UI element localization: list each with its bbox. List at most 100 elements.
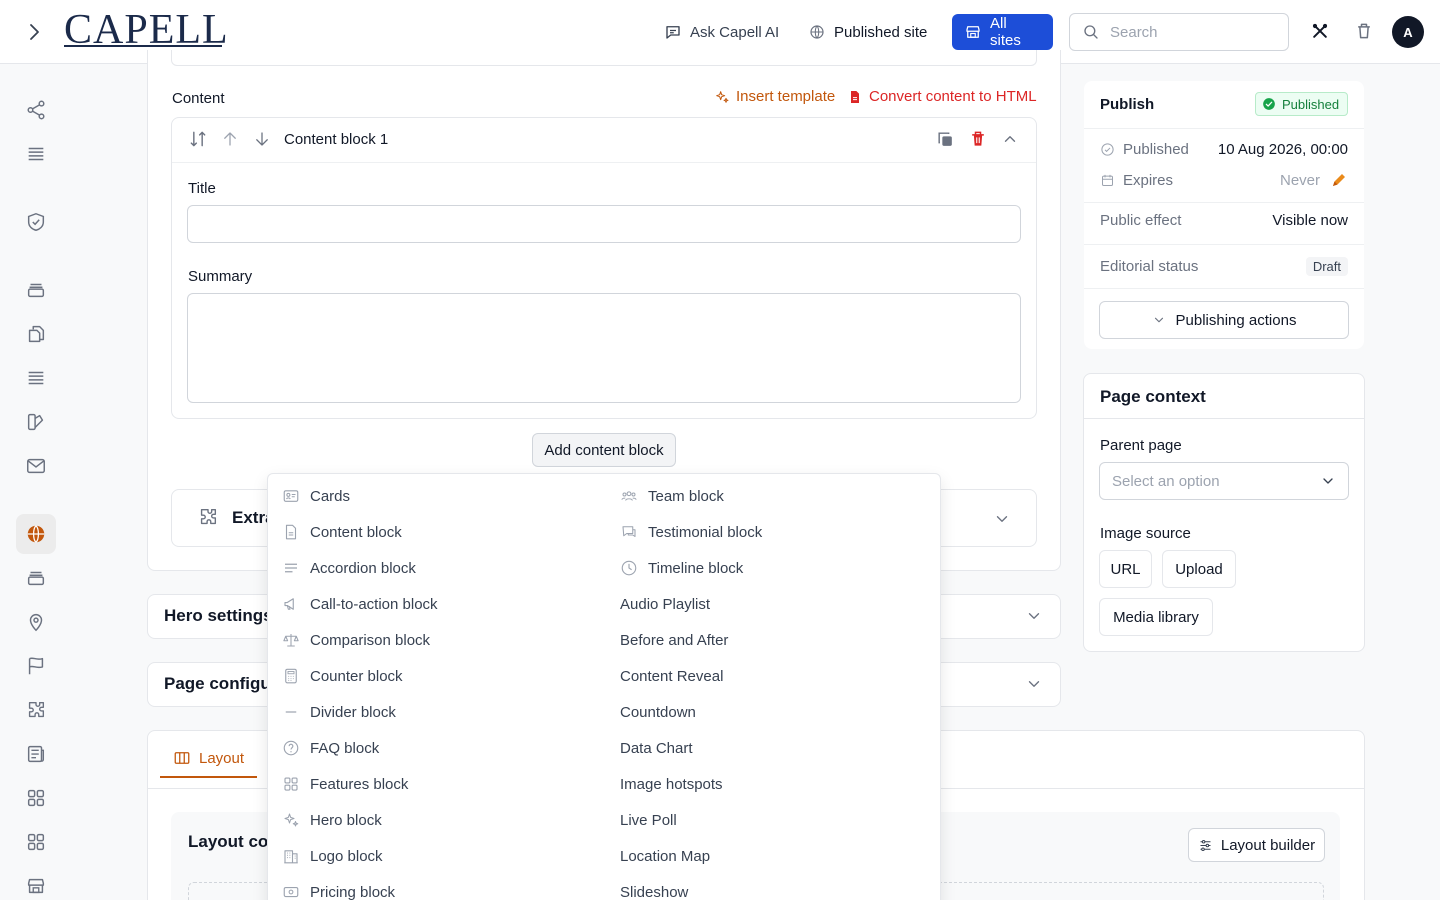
menu-item-features-block[interactable]: Features block [282,766,408,802]
menu-item-cta-block[interactable]: Call-to-action block [282,586,438,622]
menu-item-live-poll[interactable]: Live Poll [620,802,677,838]
menu-item-label: Timeline block [648,559,744,577]
shield-icon[interactable] [16,202,56,242]
sidebar [0,64,72,900]
url-button[interactable]: URL [1099,550,1152,588]
stack-icon[interactable] [16,270,56,310]
cards-icon [282,487,300,505]
grid-icon[interactable] [16,778,56,818]
menu-item-testimonial-block[interactable]: Testimonial block [620,514,762,550]
chevron-up-icon[interactable] [1001,130,1019,148]
grid-icon[interactable] [16,822,56,862]
menu-item-timeline-block[interactable]: Timeline block [620,550,743,586]
menu-item-cards[interactable]: Cards [282,478,350,514]
menu-item-pricing-block[interactable]: Pricing block [282,874,395,900]
document-icon [282,523,300,541]
media-library-button[interactable]: Media library [1099,598,1213,636]
chevron-right-icon[interactable] [22,20,46,44]
newspaper-icon[interactable] [16,734,56,774]
chevron-down-icon[interactable] [993,510,1011,528]
menu-item-divider-block[interactable]: Divider block [282,694,396,730]
search-input[interactable] [1110,23,1270,41]
all-sites-button[interactable]: All sites [952,14,1053,50]
tools-icon[interactable] [1310,21,1330,41]
published-site-button[interactable]: Published site [808,14,927,50]
stack-icon[interactable] [16,558,56,598]
menu-item-faq-block[interactable]: FAQ block [282,730,379,766]
divider [1084,128,1364,129]
map-pin-icon[interactable] [16,602,56,642]
published-row: Published 10 Aug 2026, 00:00 [1100,141,1348,158]
globe-icon[interactable] [16,514,56,554]
pencil-icon[interactable] [1330,171,1348,189]
menu-item-location-map[interactable]: Location Map [620,838,710,874]
menu-item-label: Live Poll [620,811,677,829]
published-value: 10 Aug 2026, 00:00 [1217,141,1348,158]
insert-template-link[interactable]: Insert template [714,88,835,105]
menu-item-slideshow[interactable]: Slideshow [620,874,688,900]
mail-icon[interactable] [16,446,56,486]
menu-item-logo-block[interactable]: Logo block [282,838,383,874]
menu-item-label: Team block [648,487,724,505]
menu-item-data-chart[interactable]: Data Chart [620,730,693,766]
convert-html-link[interactable]: Convert content to HTML [847,88,1037,105]
upload-button[interactable]: Upload [1162,550,1236,588]
arrow-down-icon[interactable] [253,130,271,148]
swatch-icon[interactable] [16,402,56,442]
menu-item-hero-block[interactable]: Hero block [282,802,382,838]
status-badge: Published [1255,92,1349,116]
ask-ai-label: Ask Capell AI [690,23,780,41]
reorder-icon[interactable] [188,129,208,149]
document-icon [847,89,863,105]
menu-item-label: Content Reveal [620,667,724,685]
search-box[interactable] [1069,13,1289,51]
hero-settings-title: Hero settings [164,606,273,625]
summary-textarea[interactable] [187,293,1021,403]
parent-page-select[interactable]: Select an option [1099,462,1349,500]
ask-ai-button[interactable]: Ask Capell AI [664,14,779,50]
flag-icon[interactable] [16,646,56,686]
grid-icon [282,775,300,793]
block-type-menu: Cards Content block Accordion block Call… [267,473,941,900]
list-icon[interactable] [16,358,56,398]
menu-item-audio-playlist[interactable]: Audio Playlist [620,586,710,622]
draft-badge: Draft [1305,257,1348,276]
delete-icon[interactable] [968,129,988,149]
arrow-up-icon[interactable] [221,130,239,148]
list-icon[interactable] [16,134,56,174]
documents-icon[interactable] [16,314,56,354]
store-icon [964,23,982,41]
duplicate-icon[interactable] [936,130,955,149]
menu-item-image-hotspots[interactable]: Image hotspots [620,766,723,802]
publishing-actions-button[interactable]: Publishing actions [1099,301,1349,339]
divider-icon [282,703,300,721]
divider [1084,418,1364,419]
trash-icon[interactable] [1354,21,1374,41]
menu-item-countdown[interactable]: Countdown [620,694,696,730]
title-input[interactable] [187,205,1021,243]
store-icon[interactable] [16,866,56,900]
chevron-down-icon[interactable] [1025,607,1043,625]
menu-item-counter-block[interactable]: Counter block [282,658,403,694]
menu-item-content-block[interactable]: Content block [282,514,402,550]
menu-item-accordion-block[interactable]: Accordion block [282,550,416,586]
convert-html-label: Convert content to HTML [869,88,1037,105]
menu-item-team-block[interactable]: Team block [620,478,724,514]
menu-item-content-reveal[interactable]: Content Reveal [620,658,723,694]
puzzle-icon [197,506,219,528]
tab-layout[interactable]: Layout [160,740,257,778]
menu-item-label: Countdown [620,703,696,721]
avatar[interactable]: A [1392,16,1424,48]
menu-item-before-after[interactable]: Before and After [620,622,728,658]
puzzle-icon[interactable] [16,690,56,730]
share-icon[interactable] [16,90,56,130]
public-effect-label: Public effect [1100,212,1182,229]
layout-builder-button[interactable]: Layout builder [1188,828,1325,862]
question-icon [282,739,300,757]
chevron-down-icon[interactable] [1025,675,1043,693]
menu-item-comparison-block[interactable]: Comparison block [282,622,430,658]
page-context-title: Page context [1100,387,1206,406]
menu-item-label: Call-to-action block [310,595,438,613]
menu-item-label: Pricing block [310,883,396,900]
add-content-block-button[interactable]: Add content block [532,433,676,467]
